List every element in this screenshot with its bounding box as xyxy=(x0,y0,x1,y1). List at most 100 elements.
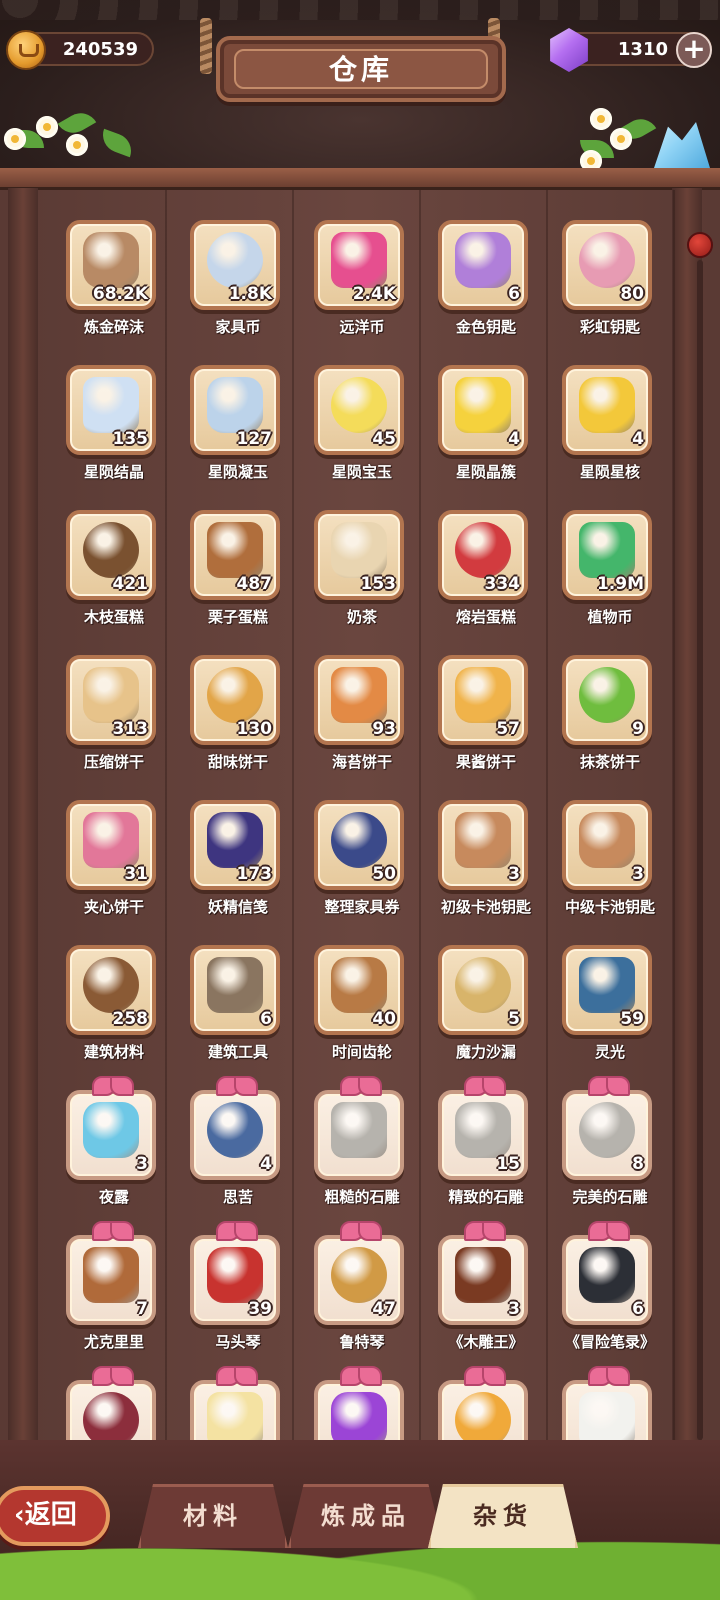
item-slot[interactable]: 4 xyxy=(438,365,528,455)
inventory-item[interactable]: 57 果酱饼干 xyxy=(424,649,548,794)
inventory-item[interactable]: 15 精致的石雕 xyxy=(424,1076,548,1229)
inventory-item[interactable]: 6 《冒险笔录》 xyxy=(548,1221,672,1374)
inventory-item[interactable]: 8 完美的石雕 xyxy=(548,1076,672,1229)
inventory-item[interactable]: 50 整理家具券 xyxy=(300,794,424,939)
inventory-item[interactable]: 80 彩虹钥匙 xyxy=(548,214,672,359)
inventory-item[interactable]: 487 栗子蛋糕 xyxy=(176,504,300,649)
inventory-item[interactable]: 6 金色钥匙 xyxy=(424,214,548,359)
inventory-item[interactable]: 3 《木雕王》 xyxy=(424,1221,548,1374)
inventory-item[interactable]: 135 星陨结晶 xyxy=(52,359,176,504)
item-slot[interactable]: 1.9M xyxy=(562,510,652,600)
item-slot[interactable]: 153 xyxy=(314,510,404,600)
item-name: 整理家具券 xyxy=(324,898,400,916)
item-slot[interactable]: 50 xyxy=(314,800,404,890)
inventory-item[interactable]: 2.4K 远洋币 xyxy=(300,214,424,359)
item-slot[interactable]: 258 xyxy=(66,945,156,1035)
tab-materials[interactable]: 材料 xyxy=(138,1484,288,1548)
tab-crafted[interactable]: 炼成品 xyxy=(288,1484,444,1548)
inventory-item[interactable]: 4 星陨晶簇 xyxy=(424,359,548,504)
item-slot[interactable]: 45 xyxy=(314,365,404,455)
item-slot[interactable]: 173 xyxy=(190,800,280,890)
inventory-item[interactable]: 421 木枝蛋糕 xyxy=(52,504,176,649)
item-slot[interactable]: 15 xyxy=(438,1090,528,1180)
inventory-item[interactable]: 6 建筑工具 xyxy=(176,939,300,1084)
back-button[interactable]: ‹返回 xyxy=(0,1486,110,1546)
inventory-item[interactable]: 5 魔力沙漏 xyxy=(424,939,548,1084)
panel-post-left xyxy=(8,188,38,1468)
item-slot[interactable]: 93 xyxy=(314,655,404,745)
item-slot[interactable]: 80 xyxy=(562,220,652,310)
item-slot[interactable]: 3 xyxy=(562,800,652,890)
item-count: 39 xyxy=(248,1299,272,1319)
inventory-item[interactable]: 130 甜味饼干 xyxy=(176,649,300,794)
inventory-item[interactable]: 40 时间齿轮 xyxy=(300,939,424,1084)
hammer-icon xyxy=(207,957,263,1014)
inventory-item[interactable]: 313 压缩饼干 xyxy=(52,649,176,794)
inventory-item[interactable]: 47 鲁特琴 xyxy=(300,1221,424,1374)
item-name: 建筑工具 xyxy=(207,1043,268,1061)
inventory-item[interactable]: 45 星陨宝玉 xyxy=(300,359,424,504)
item-slot[interactable]: 135 xyxy=(66,365,156,455)
item-slot[interactable]: 130 xyxy=(190,655,280,745)
inventory-item[interactable]: 3 夜露 xyxy=(52,1076,176,1229)
item-slot[interactable]: 3 xyxy=(438,1235,528,1325)
inventory-item[interactable]: 59 灵光 xyxy=(548,939,672,1084)
item-slot[interactable] xyxy=(314,1090,404,1180)
inventory-item[interactable]: 4 思苦 xyxy=(176,1076,300,1229)
lava-cake-icon xyxy=(455,522,511,579)
item-count: 40 xyxy=(372,1009,396,1029)
inventory-item[interactable]: 39 马头琴 xyxy=(176,1221,300,1374)
item-slot[interactable]: 57 xyxy=(438,655,528,745)
item-slot[interactable]: 5 xyxy=(438,945,528,1035)
item-slot[interactable]: 31 xyxy=(66,800,156,890)
scrollbar-track[interactable] xyxy=(697,260,703,1440)
item-slot[interactable]: 6 xyxy=(438,220,528,310)
item-slot[interactable]: 59 xyxy=(562,945,652,1035)
item-slot[interactable]: 40 xyxy=(314,945,404,1035)
add-gems-button[interactable]: + xyxy=(676,32,712,68)
item-slot[interactable]: 68.2K xyxy=(66,220,156,310)
item-slot[interactable]: 334 xyxy=(438,510,528,600)
item-slot[interactable]: 8 xyxy=(562,1090,652,1180)
inventory-item[interactable]: 153 奶茶 xyxy=(300,504,424,649)
inventory-item[interactable]: 粗糙的石雕 xyxy=(300,1076,424,1229)
inventory-item[interactable]: 4 星陨星核 xyxy=(548,359,672,504)
item-slot[interactable]: 4 xyxy=(190,1090,280,1180)
inventory-item[interactable]: 3 初级卡池钥匙 xyxy=(424,794,548,939)
item-slot[interactable]: 313 xyxy=(66,655,156,745)
item-slot[interactable]: 3 xyxy=(66,1090,156,1180)
item-slot[interactable]: 421 xyxy=(66,510,156,600)
plant-coin-icon xyxy=(579,522,635,579)
item-slot[interactable]: 2.4K xyxy=(314,220,404,310)
horsehead-fiddle-icon xyxy=(207,1247,263,1304)
item-slot[interactable]: 127 xyxy=(190,365,280,455)
inventory-item[interactable]: 1.8K 家具币 xyxy=(176,214,300,359)
item-slot[interactable]: 47 xyxy=(314,1235,404,1325)
item-slot[interactable]: 9 xyxy=(562,655,652,745)
tab-misc[interactable]: 杂货 xyxy=(428,1484,578,1548)
item-slot[interactable]: 39 xyxy=(190,1235,280,1325)
inventory-item[interactable]: 1.9M 植物币 xyxy=(548,504,672,649)
crystal-icon xyxy=(83,377,139,434)
inventory-item[interactable]: 173 妖精信笺 xyxy=(176,794,300,939)
inventory-item[interactable]: 7 尤克里里 xyxy=(52,1221,176,1374)
item-slot[interactable]: 6 xyxy=(190,945,280,1035)
inventory-item[interactable]: 93 海苔饼干 xyxy=(300,649,424,794)
inventory-item[interactable]: 68.2K 炼金碎沫 xyxy=(52,214,176,359)
item-slot[interactable]: 1.8K xyxy=(190,220,280,310)
scrollbar-thumb[interactable] xyxy=(687,232,713,258)
inventory-item[interactable]: 127 星陨凝玉 xyxy=(176,359,300,504)
inventory-item[interactable]: 9 抹茶饼干 xyxy=(548,649,672,794)
item-slot[interactable]: 4 xyxy=(562,365,652,455)
inventory-item[interactable]: 334 熔岩蛋糕 xyxy=(424,504,548,649)
gold-counter: 240539 xyxy=(6,30,154,70)
item-slot[interactable]: 6 xyxy=(562,1235,652,1325)
item-slot[interactable]: 3 xyxy=(438,800,528,890)
inventory-item[interactable]: 31 夹心饼干 xyxy=(52,794,176,939)
item-slot[interactable]: 7 xyxy=(66,1235,156,1325)
inventory-item[interactable]: 3 中级卡池钥匙 xyxy=(548,794,672,939)
item-name: 完美的石雕 xyxy=(572,1188,648,1206)
item-name: 星陨结晶 xyxy=(83,463,144,481)
inventory-item[interactable]: 258 建筑材料 xyxy=(52,939,176,1084)
item-slot[interactable]: 487 xyxy=(190,510,280,600)
